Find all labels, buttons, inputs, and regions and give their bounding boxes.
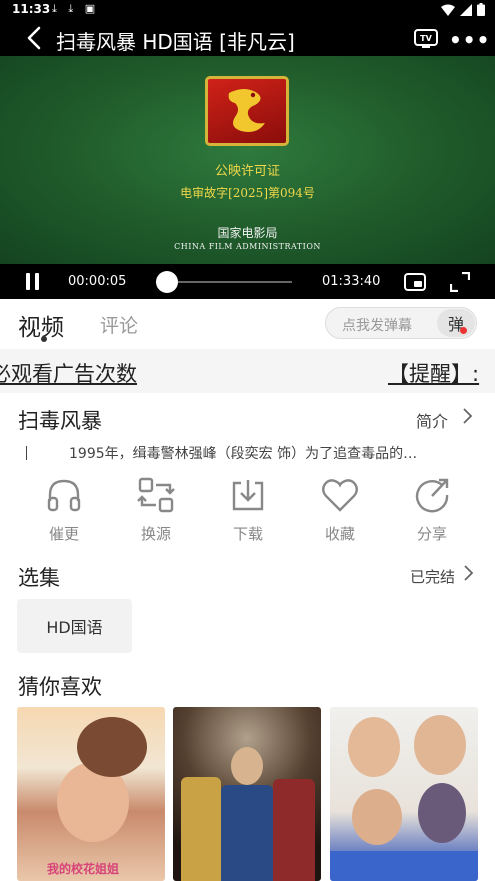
battery-icon bbox=[477, 3, 485, 16]
marquee-text-right: 【提醒】: bbox=[388, 362, 480, 386]
picture-in-picture-icon[interactable] bbox=[404, 273, 426, 291]
download-button[interactable]: 下载 bbox=[202, 475, 294, 550]
share-icon bbox=[415, 478, 449, 513]
notification-icons: ⤓ ⤓ ▣ bbox=[52, 2, 100, 15]
fullscreen-icon[interactable] bbox=[450, 272, 470, 292]
danmaku-placeholder: 点我发弹幕 bbox=[342, 318, 412, 334]
pause-icon[interactable] bbox=[24, 273, 42, 291]
synopsis[interactable]: 1995年，缉毒警林强峰（段奕宏 饰）为了追查毒品的… bbox=[26, 443, 471, 463]
current-time: 00:00:05 bbox=[68, 274, 127, 289]
chevron-right-icon[interactable] bbox=[461, 563, 475, 583]
content-tabs: 视频 评论 点我发弹幕 弹 bbox=[0, 299, 495, 349]
headphones-icon bbox=[47, 479, 81, 512]
poster-figure bbox=[352, 789, 402, 845]
episode-label: HD国语 bbox=[46, 618, 103, 637]
poster-caption: 我的校花姐姐 bbox=[47, 862, 120, 876]
poster-figure bbox=[418, 783, 466, 843]
signal-icon bbox=[460, 3, 472, 16]
recommendation-poster[interactable] bbox=[330, 707, 478, 881]
recommendation-poster[interactable] bbox=[173, 707, 321, 881]
back-arrow-icon[interactable] bbox=[22, 25, 46, 51]
tab-comments[interactable]: 评论 bbox=[100, 311, 138, 338]
danmaku-status-dot bbox=[460, 327, 467, 334]
status-time: 11:33 bbox=[12, 2, 51, 16]
video-frame[interactable]: 公映许可证 电审故字[2025]第094号 国家电影局 CHINA FILM A… bbox=[0, 56, 495, 264]
heart-icon bbox=[322, 479, 358, 512]
episode-button[interactable]: HD国语 bbox=[17, 599, 132, 653]
license-code: 电审故字[2025]第094号 bbox=[180, 186, 315, 200]
dragon-emblem-icon bbox=[205, 76, 289, 146]
danmaku-input[interactable]: 点我发弹幕 弹 bbox=[325, 307, 477, 339]
share-label: 分享 bbox=[416, 525, 447, 543]
poster-figure bbox=[414, 715, 466, 775]
status-bar: 11:33 ⤓ ⤓ ▣ bbox=[0, 0, 495, 20]
agency-name-cn: 国家电影局 bbox=[217, 226, 278, 240]
license-title: 公映许可证 bbox=[214, 164, 280, 179]
urge-update-button[interactable]: 催更 bbox=[18, 475, 110, 550]
video-title: 扫毒风暴 HD国语 [非凡云] bbox=[56, 30, 295, 54]
download-icon bbox=[232, 480, 264, 511]
marquee-text-left: 必观看广告次数 bbox=[0, 362, 137, 386]
episodes-heading: 选集 bbox=[18, 566, 60, 590]
poster-figure bbox=[231, 747, 263, 785]
recommendation-poster[interactable]: 我的校花姐姐 bbox=[17, 707, 165, 881]
chevron-right-icon[interactable] bbox=[460, 406, 474, 426]
poster-figure bbox=[77, 717, 147, 777]
synopsis-marker bbox=[26, 446, 27, 460]
intro-link[interactable]: 简介 bbox=[416, 408, 448, 432]
switch-source-icon bbox=[137, 477, 175, 513]
poster-figure bbox=[273, 779, 315, 881]
show-title: 扫毒风暴 bbox=[18, 409, 102, 433]
player-controls: 00:00:05 01:33:40 bbox=[0, 264, 495, 299]
poster-figure bbox=[181, 777, 221, 881]
poster-figure bbox=[221, 785, 273, 881]
agency-name-en: CHINA FILM ADMINISTRATION bbox=[174, 242, 321, 251]
more-options-icon[interactable]: ••• bbox=[449, 28, 490, 52]
switch-source-button[interactable]: 换源 bbox=[110, 475, 202, 550]
seek-thumb[interactable] bbox=[156, 271, 178, 293]
download-label: 下载 bbox=[232, 525, 263, 543]
poster-figure bbox=[348, 717, 400, 777]
favorite-button[interactable]: 收藏 bbox=[294, 475, 386, 550]
system-icons bbox=[441, 3, 485, 16]
action-bar: 催更 换源 下载 收藏 分享 bbox=[18, 475, 478, 550]
notice-marquee: 必观看广告次数 【提醒】: bbox=[0, 349, 495, 393]
video-player[interactable]: 公映许可证 电审故字[2025]第094号 国家电影局 CHINA FILM A… bbox=[0, 56, 495, 299]
title-bar: 扫毒风暴 HD国语 [非凡云] TV ••• bbox=[0, 20, 495, 56]
favorite-label: 收藏 bbox=[324, 525, 355, 543]
svg-text:TV: TV bbox=[420, 34, 432, 43]
wifi-icon bbox=[441, 4, 455, 16]
episodes-status[interactable]: 已完结 bbox=[410, 566, 455, 587]
recommendations-heading: 猜你喜欢 bbox=[18, 675, 102, 699]
active-tab-indicator bbox=[41, 336, 47, 342]
seek-bar[interactable] bbox=[156, 271, 292, 293]
poster-title-band bbox=[330, 851, 478, 881]
urge-update-label: 催更 bbox=[48, 525, 79, 543]
total-time: 01:33:40 bbox=[322, 274, 381, 289]
switch-source-label: 换源 bbox=[140, 525, 171, 543]
share-button[interactable]: 分享 bbox=[386, 475, 478, 550]
tv-cast-icon[interactable]: TV bbox=[414, 28, 438, 48]
synopsis-text: 1995年，缉毒警林强峰（段奕宏 饰）为了追查毒品的… bbox=[69, 446, 418, 462]
danmaku-toggle-button[interactable]: 弹 bbox=[437, 309, 475, 337]
